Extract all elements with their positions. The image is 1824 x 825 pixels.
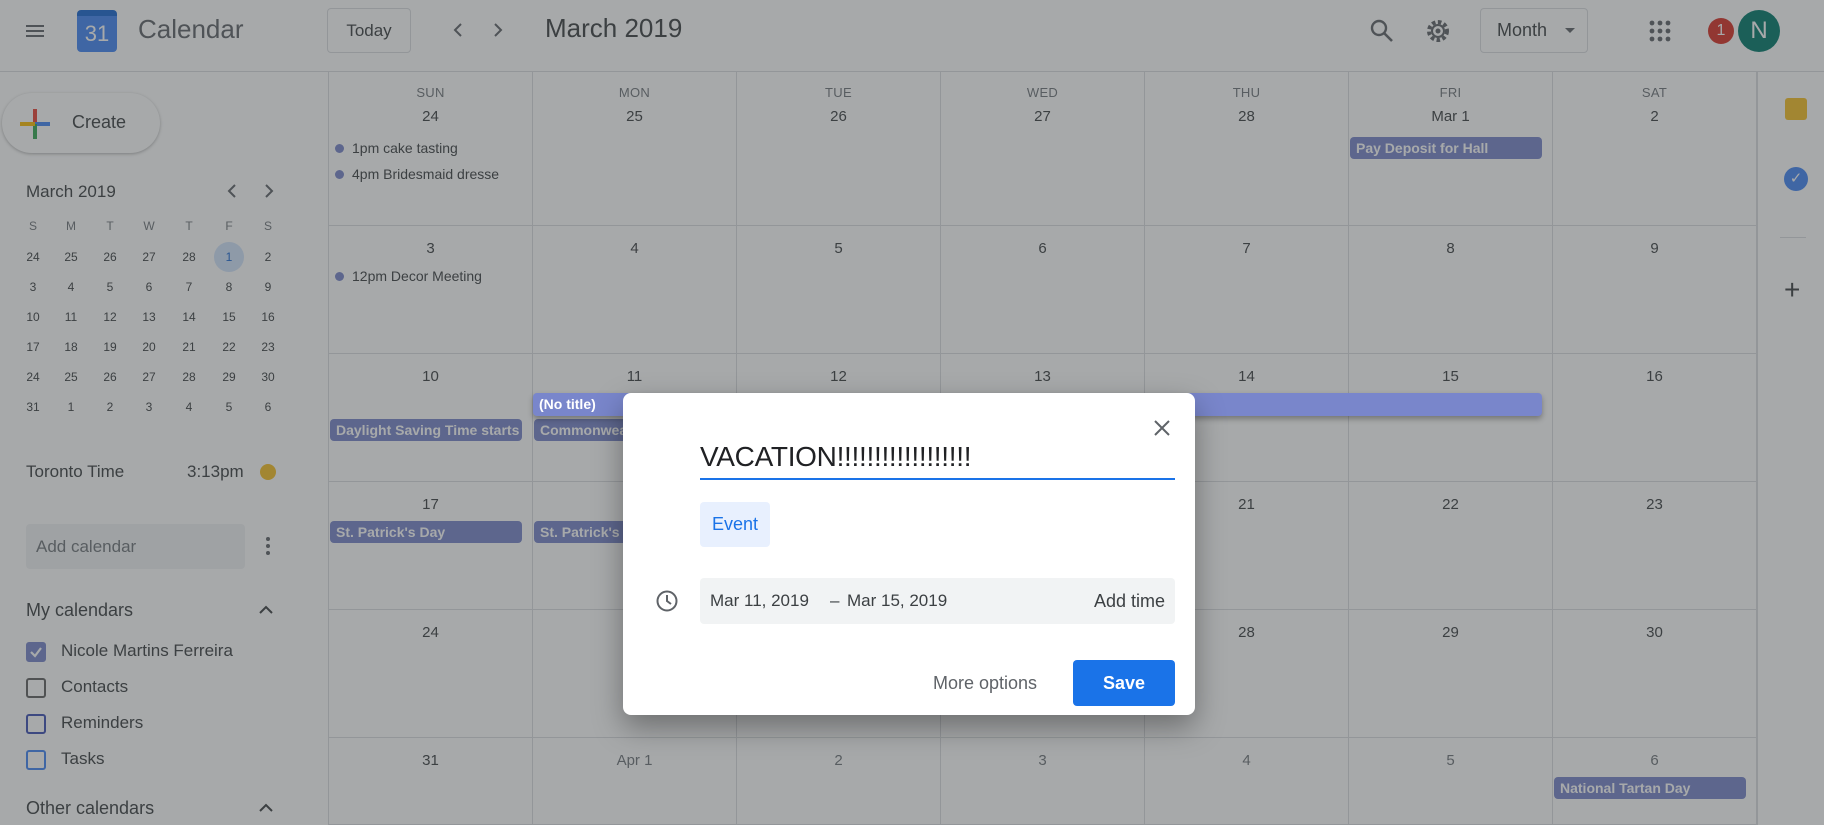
event-title-input[interactable]: VACATION!!!!!!!!!!!!!!!!!! (700, 438, 1175, 480)
tab-event[interactable]: Event (700, 502, 770, 547)
end-date[interactable]: Mar 15, 2019 (847, 578, 947, 624)
add-time-button[interactable]: Add time (1094, 578, 1165, 624)
more-options-button[interactable]: More options (933, 660, 1037, 706)
date-range-field[interactable]: Mar 11, 2019 – Mar 15, 2019 Add time (700, 578, 1175, 624)
clock-icon (656, 590, 678, 612)
date-dash: – (830, 591, 840, 610)
quick-create-dialog: VACATION!!!!!!!!!!!!!!!!!! Event Mar 11,… (623, 393, 1195, 715)
start-date[interactable]: Mar 11, 2019 (710, 578, 809, 624)
close-icon (1154, 420, 1170, 436)
save-button[interactable]: Save (1073, 660, 1175, 706)
